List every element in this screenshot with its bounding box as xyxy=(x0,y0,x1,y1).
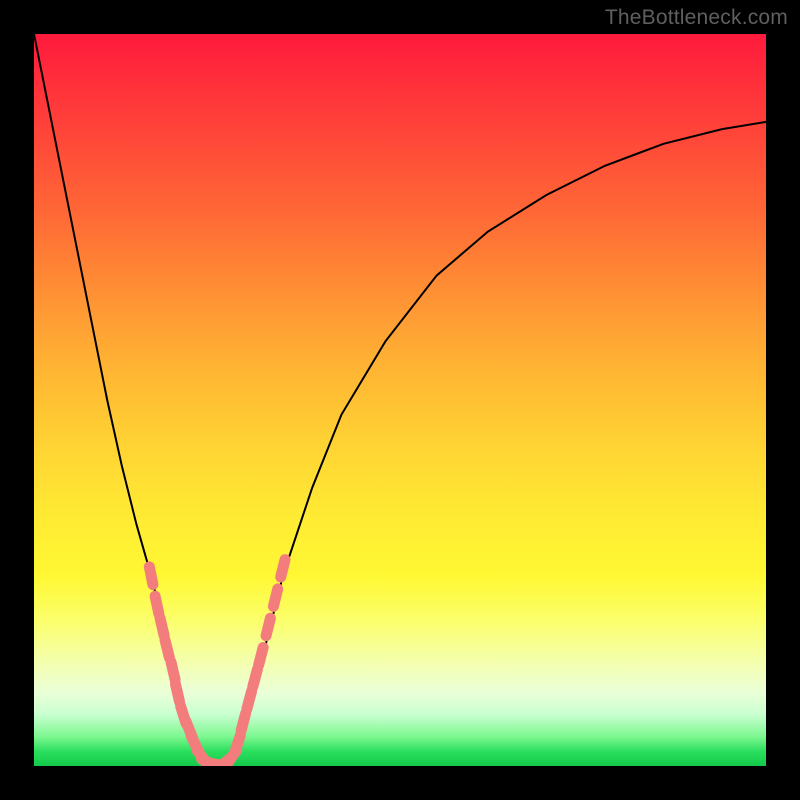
marker-dot xyxy=(247,691,252,708)
marker-dot xyxy=(155,596,159,614)
marker-dot xyxy=(235,736,241,753)
salmon-dots-right xyxy=(217,560,285,766)
chart-svg xyxy=(34,34,766,766)
marker-dot xyxy=(165,640,169,657)
marker-dot xyxy=(175,684,179,702)
chart-frame: TheBottleneck.com xyxy=(0,0,800,800)
marker-dot xyxy=(149,567,153,585)
marker-dot xyxy=(273,589,277,606)
salmon-dots-left xyxy=(149,567,225,766)
marker-dot xyxy=(160,618,164,636)
marker-dot xyxy=(266,618,270,635)
curve-layer xyxy=(34,34,766,766)
watermark-text: TheBottleneck.com xyxy=(605,6,788,30)
plot-area xyxy=(34,34,766,766)
marker-dot xyxy=(259,647,263,664)
bottleneck-curve xyxy=(34,34,766,766)
marker-dot xyxy=(171,662,175,680)
marker-dot xyxy=(253,669,258,686)
marker-dot xyxy=(281,560,285,577)
marker-dot xyxy=(241,713,246,730)
